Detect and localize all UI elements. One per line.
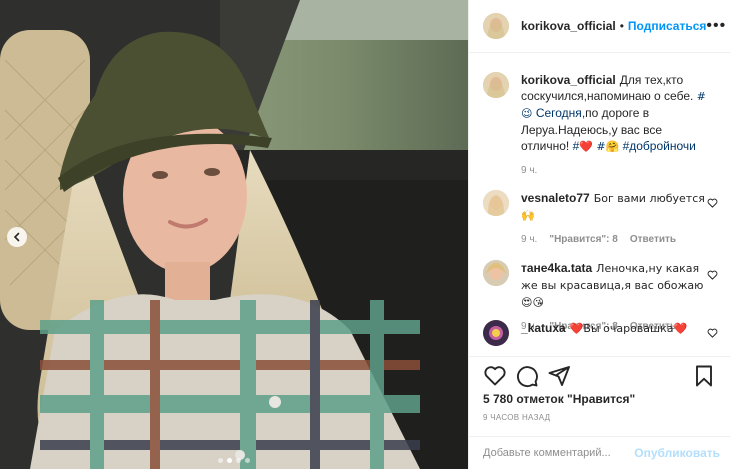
heart-emoji: ❤️ — [579, 140, 593, 153]
avatar-image — [483, 72, 509, 98]
carousel-dot — [245, 458, 250, 463]
post-actions — [469, 356, 730, 388]
header-username[interactable]: korikova_official — [521, 19, 616, 33]
carousel-dots — [0, 458, 468, 463]
likes-count[interactable]: 5 780 отметок "Нравится" — [483, 392, 635, 406]
comment-item: _katuxa ❤️Вы очаровашка❤️ — [483, 320, 720, 346]
caption-username[interactable]: korikova_official — [521, 73, 616, 87]
avatar[interactable] — [483, 320, 509, 346]
caption: korikova_official Для тех,кто соскучился,… — [483, 54, 720, 176]
carousel-dot — [227, 458, 232, 463]
avatar-image — [483, 190, 509, 216]
avatar[interactable] — [483, 72, 509, 98]
comment-username[interactable]: _katuxa — [521, 321, 566, 335]
comment-item: vesnaleto77 Бог вами любуется 🙌 9 ч. "Нра… — [483, 172, 720, 245]
comments-list[interactable]: korikova_official Для тех,кто соскучился,… — [469, 54, 730, 354]
comment-text: тане4ka.tata Леночка,ну какая же вы краса… — [521, 260, 707, 311]
caption-text: korikova_official Для тех,кто соскучился,… — [521, 72, 707, 155]
hashtag-link[interactable]: Сегодня — [536, 106, 582, 120]
like-comment-icon[interactable] — [707, 270, 718, 283]
heart-outline-icon — [707, 198, 718, 208]
avatar[interactable] — [483, 260, 509, 286]
avatar[interactable] — [483, 190, 509, 216]
header-separator: • — [619, 19, 624, 33]
post-header: korikova_official • Подписаться ••• — [469, 0, 730, 53]
comment-input[interactable] — [483, 447, 635, 459]
hashtag-link[interactable]: #🤗 — [596, 140, 619, 153]
more-options-icon[interactable]: ••• — [706, 18, 726, 34]
follow-button[interactable]: Подписаться — [628, 19, 706, 33]
comment-item: тане4ka.tata Леночка,ну какая же вы краса… — [483, 242, 720, 332]
avatar[interactable] — [483, 13, 509, 39]
comment-body: ❤️Вы очаровашка❤️ — [569, 322, 688, 335]
photo-image — [0, 0, 468, 469]
hashtag-link[interactable]: #добройночи — [623, 139, 696, 153]
bookmark-icon[interactable] — [692, 364, 716, 388]
avatar-image — [483, 13, 509, 39]
carousel-dot — [218, 458, 223, 463]
post-photo — [0, 0, 468, 469]
previous-photo-button[interactable] — [7, 227, 27, 247]
comment-username[interactable]: тане4ka.tata — [521, 261, 592, 275]
publish-button[interactable]: Опубликовать — [634, 446, 720, 460]
comment-text: vesnaleto77 Бог вами любуется 🙌 — [521, 190, 707, 224]
post-panel: korikova_official • Подписаться ••• kori… — [468, 0, 730, 469]
heart-outline-icon — [707, 270, 718, 280]
like-comment-icon[interactable] — [707, 328, 718, 341]
avatar-image — [483, 260, 509, 286]
comment-icon[interactable] — [515, 364, 539, 388]
chevron-left-icon — [13, 232, 20, 242]
heart-icon[interactable] — [483, 364, 507, 388]
carousel-dot — [236, 458, 241, 463]
like-comment-icon[interactable] — [707, 198, 718, 211]
avatar-image — [483, 320, 509, 346]
paper-plane-icon[interactable] — [547, 364, 571, 388]
heart-outline-icon — [707, 328, 718, 338]
post-time[interactable]: 9 ЧАСОВ НАЗАД — [483, 413, 550, 422]
comment-text: _katuxa ❤️Вы очаровашка❤️ — [521, 320, 707, 337]
comment-username[interactable]: vesnaleto77 — [521, 191, 590, 205]
comment-composer: Опубликовать — [469, 436, 730, 469]
